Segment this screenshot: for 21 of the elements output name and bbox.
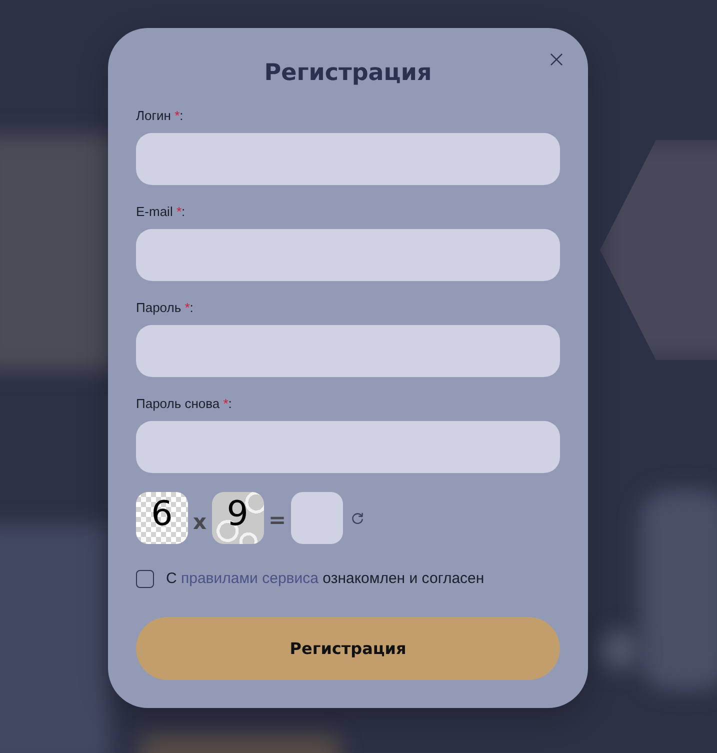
field-label: Логин *: (136, 108, 184, 124)
field-label: E-mail *: (136, 204, 186, 220)
field-label: Пароль снова *: (136, 396, 232, 412)
captcha-image: 9 (212, 492, 264, 544)
input-field[interactable] (136, 133, 560, 185)
refresh-icon (351, 512, 364, 524)
close-icon (550, 53, 563, 66)
dialog-title: Регистрация (263, 59, 433, 88)
answer-field[interactable] (291, 492, 344, 544)
input-field[interactable] (136, 421, 560, 473)
captcha-equals: = (268, 508, 286, 532)
refresh-button[interactable] (351, 512, 364, 524)
field-label: Пароль *: (136, 300, 194, 316)
agreement-checkbox[interactable] (136, 570, 154, 588)
input-field[interactable] (136, 325, 560, 377)
input-field[interactable] (136, 229, 560, 281)
close-button[interactable] (550, 53, 563, 66)
captcha-operator: x (193, 510, 207, 534)
agreement-text: С правилами сервиса ознакомлен и согласен (166, 570, 484, 588)
captcha-image: 6 (136, 492, 188, 544)
register-button[interactable]: Регистрация (136, 617, 560, 680)
